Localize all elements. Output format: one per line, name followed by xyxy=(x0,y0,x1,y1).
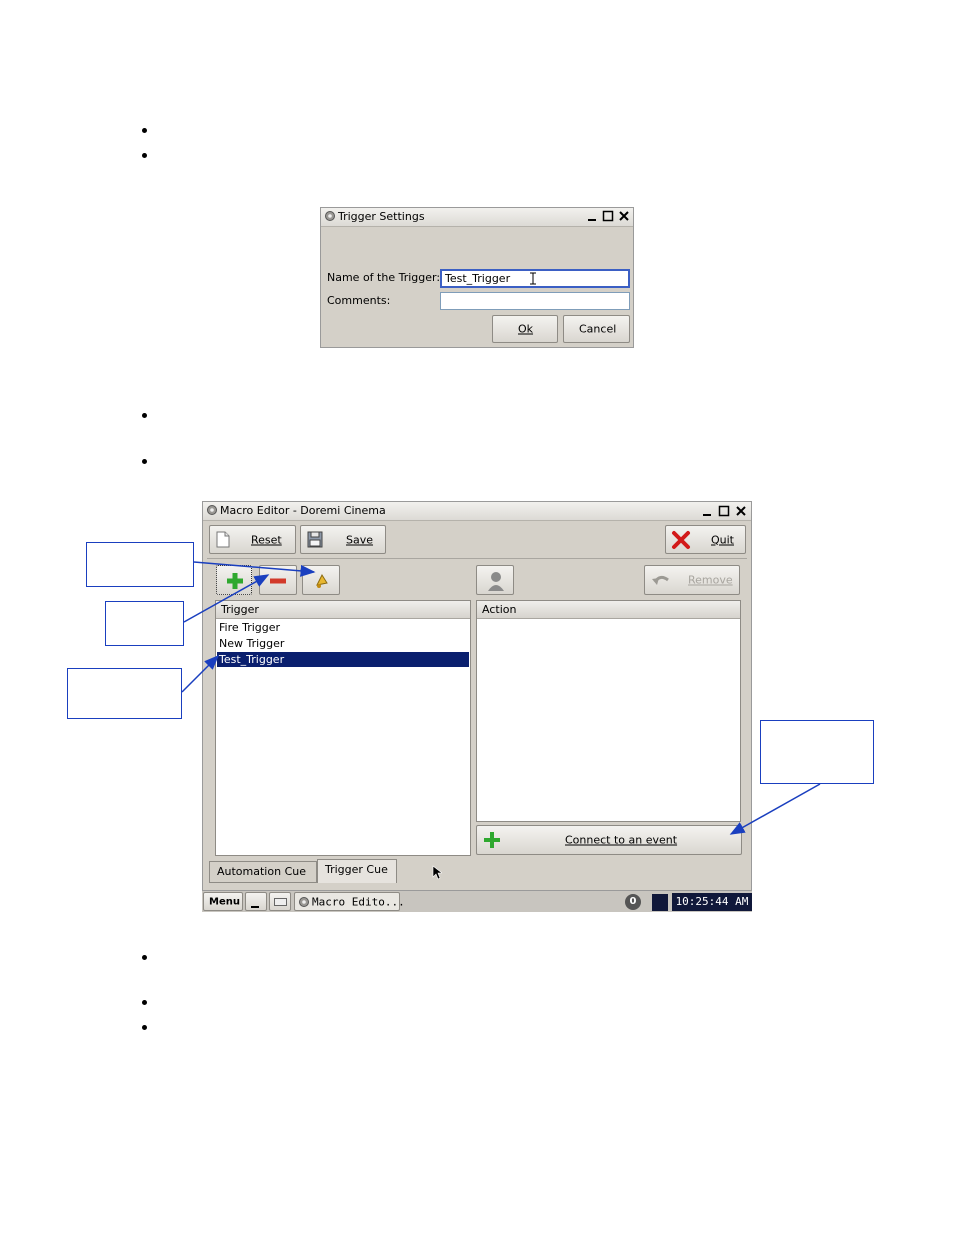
callout-arrow xyxy=(193,561,316,577)
callout-arrow xyxy=(729,783,821,835)
callout-arrow xyxy=(181,654,220,693)
callout-arrow xyxy=(183,574,270,623)
callout-arrows xyxy=(181,561,821,835)
